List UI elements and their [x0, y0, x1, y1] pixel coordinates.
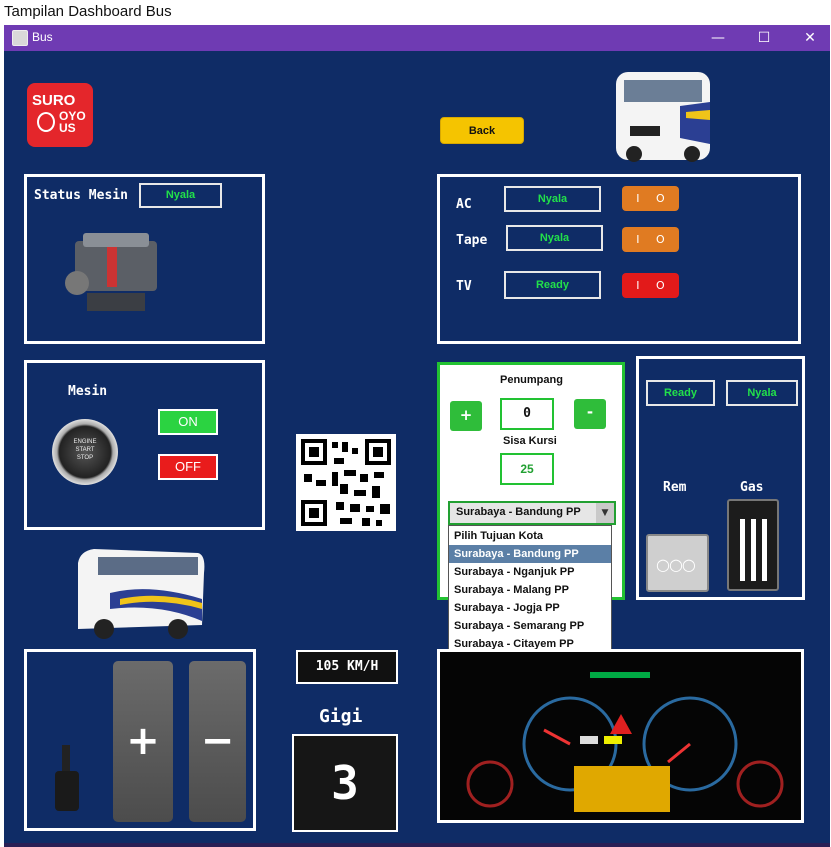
status-mesin-label: Status Mesin — [34, 188, 128, 203]
route-option-selected[interactable]: Surabaya - Bandung PP — [449, 545, 611, 563]
gear-display: 3 — [292, 734, 398, 832]
gas-label: Gas — [740, 480, 764, 495]
tv-toggle[interactable]: IO — [622, 273, 679, 298]
tv-label: TV — [456, 279, 472, 294]
route-option[interactable]: Surabaya - Nganjuk PP — [449, 563, 611, 581]
gear-up-button[interactable]: + — [113, 661, 173, 822]
brake-pedal[interactable]: ○○○ — [646, 534, 709, 592]
mesin-panel: Mesin ENGINE START STOP ON OFF — [24, 360, 265, 530]
route-option[interactable]: Surabaya - Jogja PP — [449, 599, 611, 617]
route-option[interactable]: Surabaya - Malang PP — [449, 581, 611, 599]
pedals-panel: Ready Nyala Rem Gas ○○○ — [636, 356, 805, 600]
engine-image — [65, 233, 157, 311]
java-app-icon — [12, 30, 28, 46]
status-mesin-panel: Status Mesin Nyala — [24, 174, 265, 344]
minimize-button[interactable]: — — [698, 27, 738, 49]
bus-side-image — [78, 549, 205, 639]
window-title: Bus — [32, 30, 53, 44]
rem-label: Rem — [663, 480, 687, 495]
tv-status-field: Ready — [504, 271, 601, 299]
route-dropdown-list: Pilih Tujuan Kota Surabaya - Bandung PP … — [448, 525, 612, 656]
gigi-label: Gigi — [319, 706, 363, 727]
gas-pedal[interactable] — [727, 499, 779, 591]
gear-stick-icon — [55, 745, 79, 811]
sisa-kursi-field: 25 — [500, 453, 554, 485]
route-option[interactable]: Pilih Tujuan Kota — [449, 527, 611, 545]
logo-emblem-icon — [37, 112, 55, 132]
penumpang-label: Penumpang — [500, 374, 563, 386]
back-button[interactable]: Back — [440, 117, 524, 144]
chevron-down-icon[interactable]: ▼ — [596, 503, 614, 523]
outer-window-title: Tampilan Dashboard Bus — [4, 3, 172, 20]
close-button[interactable]: ✕ — [790, 27, 830, 49]
maximize-button[interactable]: ☐ — [744, 27, 784, 49]
mesin-label: Mesin — [68, 384, 108, 399]
engine-on-button[interactable]: ON — [158, 409, 218, 435]
accessories-panel: AC Nyala IO Tape Nyala IO TV Ready IO — [437, 174, 801, 344]
speed-readout: 105 KM/H — [296, 650, 398, 684]
route-option[interactable]: Surabaya - Semarang PP — [449, 617, 611, 635]
bottom-strip — [4, 843, 830, 847]
route-select[interactable]: Surabaya - Bandung PP ▼ — [448, 501, 616, 525]
ac-toggle[interactable]: IO — [622, 186, 679, 211]
tape-label: Tape — [456, 233, 488, 248]
instrument-cluster-image — [437, 649, 804, 823]
window-titlebar: Bus — ☐ ✕ — [4, 25, 830, 51]
engine-off-button[interactable]: OFF — [158, 454, 218, 480]
gear-down-button[interactable]: − — [189, 661, 246, 822]
sisa-kursi-label: Sisa Kursi — [503, 435, 557, 447]
passenger-count-field[interactable]: 0 — [500, 398, 554, 430]
pedal-status-ready: Ready — [646, 380, 715, 406]
ac-status-field: Nyala — [504, 186, 601, 212]
status-mesin-field: Nyala — [139, 183, 222, 208]
bus-rear-image — [616, 72, 710, 162]
gear-panel: + − — [24, 649, 256, 831]
tape-toggle[interactable]: IO — [622, 227, 679, 252]
remove-passenger-button[interactable]: - — [574, 399, 606, 429]
start-stop-knob[interactable]: ENGINE START STOP — [52, 419, 118, 485]
route-select-value: Surabaya - Bandung PP — [456, 506, 581, 518]
add-passenger-button[interactable]: + — [450, 401, 482, 431]
tape-status-field: Nyala — [506, 225, 603, 251]
company-logo: SURO OYO US — [27, 83, 93, 147]
qr-code-image — [296, 434, 396, 531]
pedal-status-nyala: Nyala — [726, 380, 798, 406]
ac-label: AC — [456, 197, 472, 212]
